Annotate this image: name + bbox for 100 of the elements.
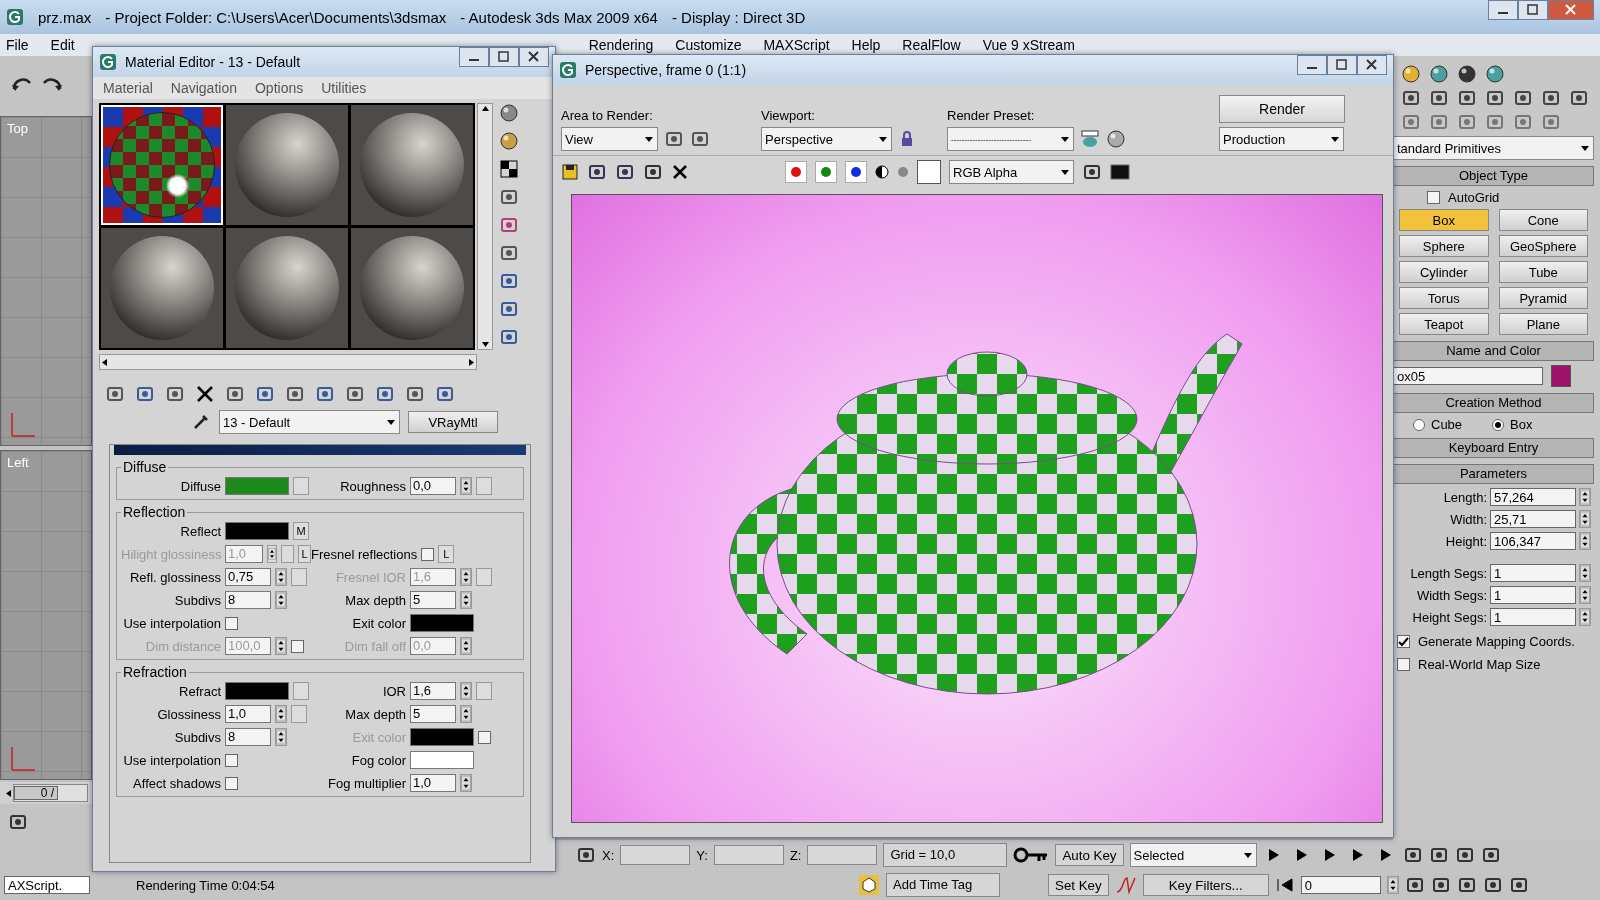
color-swatch[interactable]	[225, 522, 289, 540]
frame-field[interactable]: 0	[1300, 876, 1381, 894]
primitive-button[interactable]: Sphere	[1399, 235, 1489, 257]
spinner-arrows[interactable]	[275, 705, 287, 723]
key-icon[interactable]	[1013, 845, 1050, 865]
time-tag-icon[interactable]	[858, 874, 880, 896]
primitive-button[interactable]: Tube	[1498, 261, 1588, 283]
coord-field[interactable]	[807, 845, 878, 865]
menu-item[interactable]: Utilities	[321, 80, 367, 96]
coord-field[interactable]	[620, 845, 691, 865]
checkbox[interactable]	[1397, 658, 1410, 671]
maximize-button[interactable]	[1327, 55, 1357, 75]
color-swatch[interactable]	[917, 160, 941, 184]
menu-item[interactable]: MAXScript	[763, 37, 830, 53]
reset-icon[interactable]	[195, 384, 215, 404]
menu-item[interactable]: File	[6, 37, 29, 53]
checkbox[interactable]	[225, 753, 238, 767]
preset-dropdown[interactable]: ------------------------------	[947, 127, 1074, 151]
material-type-button[interactable]: VRayMtl	[408, 411, 498, 433]
scroll-arrow-icon[interactable]	[480, 104, 490, 113]
checkbox[interactable]	[225, 776, 238, 790]
menu-item[interactable]: Help	[851, 37, 881, 53]
time-slider[interactable]: 0 /	[13, 784, 88, 802]
menu-item[interactable]: Vue 9 xStream	[982, 37, 1075, 53]
key-filters-button[interactable]: Key Filters...	[1142, 874, 1269, 896]
primitive-button[interactable]: Cone	[1498, 209, 1588, 231]
sample-type-icon[interactable]	[499, 103, 519, 123]
rollout-header[interactable]: Object Type	[1393, 166, 1594, 186]
coord-field[interactable]	[713, 845, 784, 865]
color-swatch[interactable]	[410, 614, 474, 632]
rollout-header[interactable]: Name and Color	[1393, 341, 1594, 361]
number-field[interactable]: 8	[225, 728, 271, 746]
color-swatch[interactable]	[225, 477, 289, 495]
viewport-dropdown[interactable]: Perspective	[761, 127, 892, 151]
menu-item[interactable]: Rendering	[588, 37, 654, 53]
key-mode-dropdown[interactable]: Selected	[1129, 843, 1257, 867]
menu-item[interactable]: Material	[103, 80, 153, 96]
set-key-button[interactable]: Set Key	[1048, 874, 1109, 896]
channel-toggle[interactable]	[785, 161, 807, 183]
spinner-arrows[interactable]	[1579, 586, 1591, 604]
auto-key-button[interactable]: Auto Key	[1055, 844, 1124, 866]
number-field[interactable]: 1	[1490, 608, 1576, 626]
spinner-arrows[interactable]	[460, 637, 472, 655]
rollout-header[interactable]: Creation Method	[1393, 393, 1594, 413]
number-field[interactable]: 1,0	[410, 774, 456, 792]
number-field[interactable]: 0,75	[225, 568, 271, 586]
sample-slot[interactable]	[226, 228, 348, 348]
primitive-button[interactable]: Box	[1399, 209, 1489, 231]
checkbox[interactable]	[1427, 191, 1440, 204]
sample-slot[interactable]	[351, 105, 473, 225]
checkbox[interactable]	[1397, 635, 1410, 648]
sample-slot[interactable]	[101, 105, 223, 225]
scrollbar[interactable]	[99, 354, 477, 370]
primitive-button[interactable]: Pyramid	[1498, 287, 1588, 309]
radio-button[interactable]	[1413, 418, 1425, 431]
spinner-arrows[interactable]	[1579, 510, 1591, 528]
minimize-button[interactable]	[1297, 55, 1327, 75]
maximize-button[interactable]	[489, 47, 519, 67]
checkbox[interactable]	[421, 547, 435, 561]
scrollbar[interactable]	[477, 103, 493, 350]
alpha-dot-icon[interactable]	[897, 166, 909, 178]
color-swatch[interactable]	[410, 751, 474, 769]
primitive-button[interactable]: Torus	[1399, 287, 1489, 309]
spinner-arrows[interactable]	[275, 568, 287, 586]
menu-item[interactable]: RealFlow	[902, 37, 961, 53]
close-button[interactable]	[519, 47, 549, 67]
spinner-arrows[interactable]	[1579, 564, 1591, 582]
spinner-arrows[interactable]	[275, 728, 287, 746]
spinner-arrows[interactable]	[460, 568, 472, 586]
spinner-arrows[interactable]	[275, 591, 287, 609]
category-dropdown[interactable]: tandard Primitives	[1393, 136, 1594, 160]
spinner-arrows[interactable]	[275, 637, 287, 655]
save-icon[interactable]	[561, 163, 579, 181]
primitive-button[interactable]: Cylinder	[1399, 261, 1489, 283]
spinner-arrows[interactable]	[1579, 608, 1591, 626]
mono-icon[interactable]	[875, 165, 889, 179]
number-field[interactable]: 0,0	[410, 477, 456, 495]
number-field[interactable]: 25,71	[1490, 510, 1576, 528]
previous-arrow-icon[interactable]	[4, 788, 13, 798]
number-field[interactable]: 5	[410, 591, 456, 609]
menu-item[interactable]: Customize	[675, 37, 742, 53]
rollout-header[interactable]: Keyboard Entry	[1393, 438, 1594, 458]
number-field[interactable]: 106,347	[1490, 532, 1576, 550]
channel-toggle[interactable]	[845, 161, 867, 183]
number-field[interactable]: 8	[225, 591, 271, 609]
sample-slot[interactable]	[226, 105, 348, 225]
spinner-arrows[interactable]	[460, 682, 472, 700]
channel-toggle[interactable]	[815, 161, 837, 183]
production-dropdown[interactable]: Production	[1219, 127, 1344, 151]
map-button[interactable]: L	[438, 545, 455, 563]
number-field[interactable]: 1,0	[225, 705, 271, 723]
primitive-button[interactable]: Teapot	[1399, 313, 1489, 335]
material-name-dropdown[interactable]: 13 - Default	[219, 410, 400, 434]
minimize-button[interactable]	[1488, 0, 1518, 20]
primitive-button[interactable]: Plane	[1498, 313, 1588, 335]
menu-item[interactable]: Options	[254, 80, 304, 96]
rollout-header[interactable]: Parameters	[1393, 464, 1594, 484]
spinner-arrows[interactable]	[1579, 488, 1591, 506]
spinner-arrows[interactable]	[460, 477, 472, 495]
maxscript-field[interactable]: AXScript.	[4, 876, 90, 894]
